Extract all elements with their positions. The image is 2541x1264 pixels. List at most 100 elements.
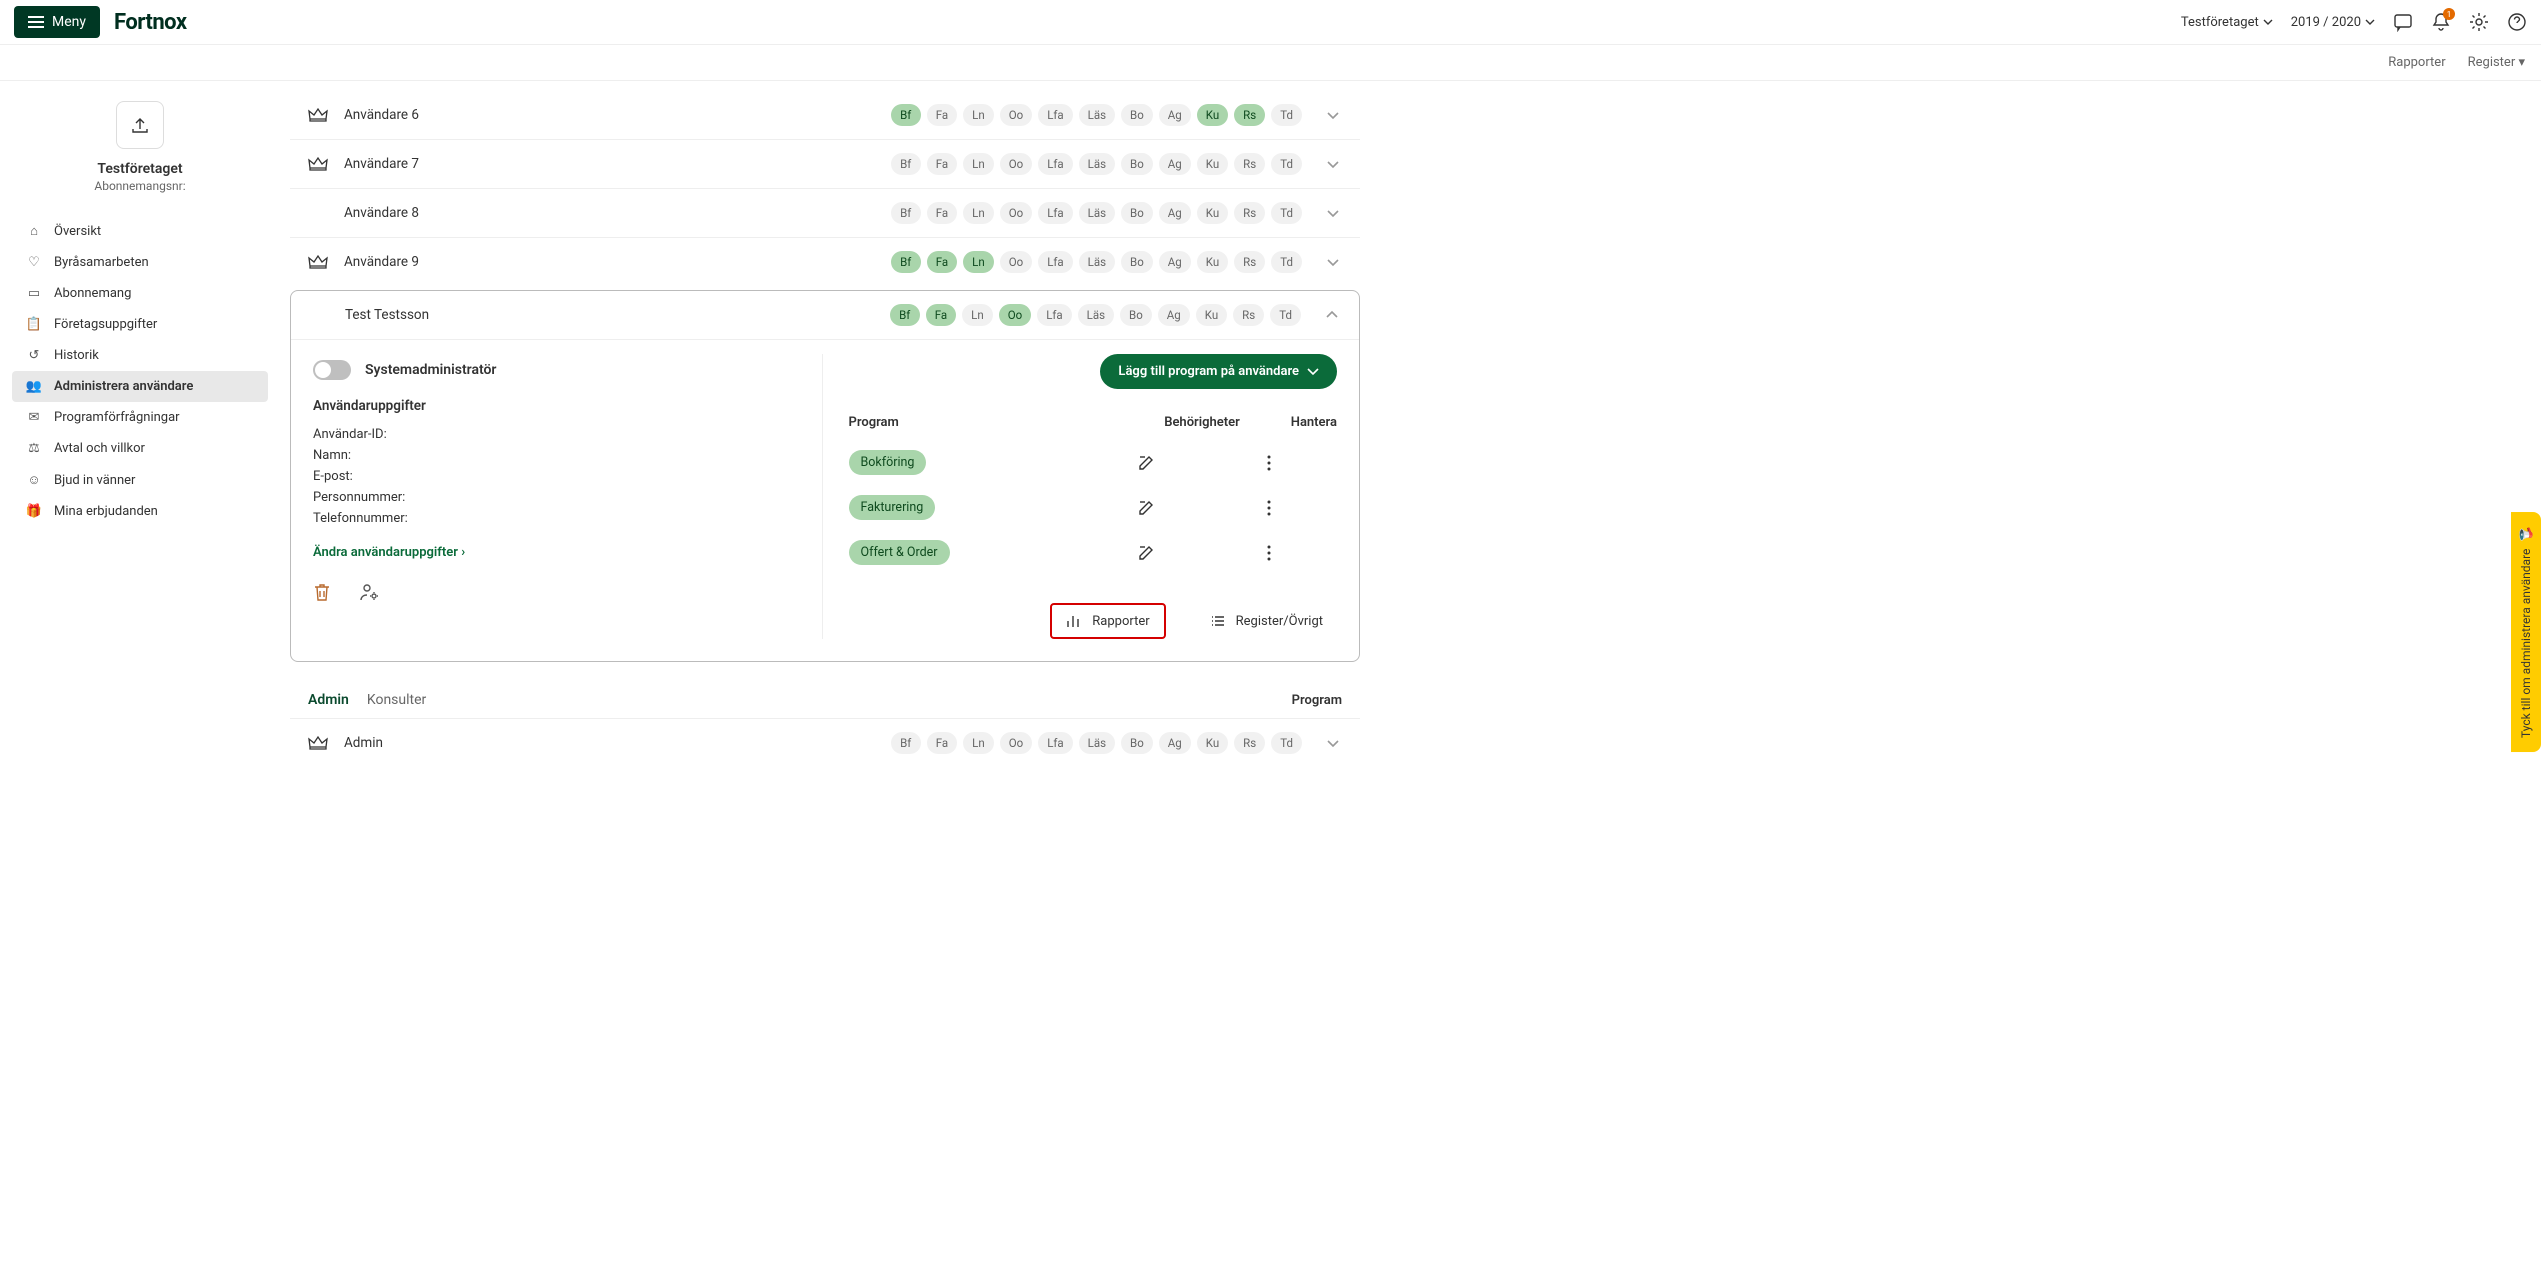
tab-consultants[interactable]: Konsulter: [367, 692, 426, 708]
badge-oo[interactable]: Oo: [1000, 732, 1032, 754]
subheader-reports-link[interactable]: Rapporter: [2388, 55, 2445, 70]
badge-fa[interactable]: Fa: [927, 202, 957, 224]
sidebar-item-terms[interactable]: ⚖Avtal och villkor: [0, 433, 280, 464]
expand-icon[interactable]: [1326, 738, 1342, 748]
sidebar-item-subscription[interactable]: ▭Abonnemang: [0, 278, 280, 309]
badge-bo[interactable]: Bo: [1120, 304, 1152, 326]
badge-bo[interactable]: Bo: [1121, 732, 1153, 754]
badge-td[interactable]: Td: [1270, 304, 1301, 326]
badge-ku[interactable]: Ku: [1197, 153, 1228, 175]
badge-oo[interactable]: Oo: [1000, 251, 1032, 273]
badge-ku[interactable]: Ku: [1196, 304, 1227, 326]
expanded-user-header[interactable]: Test Testsson BfFaLnOoLfaLäsBoAgKuRsTd: [291, 291, 1359, 339]
company-selector[interactable]: Testföretaget: [2181, 15, 2273, 30]
badge-ku[interactable]: Ku: [1197, 251, 1228, 273]
badge-lfa[interactable]: Lfa: [1038, 104, 1072, 126]
badge-ln[interactable]: Ln: [963, 251, 994, 273]
expand-icon[interactable]: [1326, 159, 1342, 169]
menu-button[interactable]: Meny: [14, 6, 100, 38]
edit-user-link[interactable]: Ändra användaruppgifter ›: [313, 545, 465, 560]
sidebar-item-overview[interactable]: ⌂Översikt: [0, 215, 280, 247]
fiscal-year-selector[interactable]: 2019 / 2020: [2291, 15, 2375, 30]
badge-läs[interactable]: Läs: [1078, 304, 1114, 326]
badge-bo[interactable]: Bo: [1121, 202, 1153, 224]
edit-permissions-icon[interactable]: [1137, 454, 1267, 472]
badge-ag[interactable]: Ag: [1159, 251, 1191, 273]
badge-bf[interactable]: Bf: [891, 732, 921, 754]
badge-lfa[interactable]: Lfa: [1038, 251, 1072, 273]
badge-lfa[interactable]: Lfa: [1038, 732, 1072, 754]
badge-td[interactable]: Td: [1271, 251, 1302, 273]
reports-button[interactable]: Rapporter: [1050, 603, 1165, 639]
badge-bf[interactable]: Bf: [890, 304, 920, 326]
edit-permissions-icon[interactable]: [1137, 499, 1267, 517]
subheader-register-link[interactable]: Register ▾: [2468, 55, 2525, 70]
user-row[interactable]: Användare 8 BfFaLnOoLfaLäsBoAgKuRsTd: [290, 188, 1360, 237]
user-row[interactable]: Användare 7 BfFaLnOoLfaLäsBoAgKuRsTd: [290, 139, 1360, 188]
badge-rs[interactable]: Rs: [1234, 732, 1265, 754]
badge-rs[interactable]: Rs: [1234, 153, 1265, 175]
register-other-button[interactable]: Register/Övrigt: [1196, 605, 1337, 637]
more-options-icon[interactable]: [1267, 545, 1337, 561]
badge-bf[interactable]: Bf: [891, 104, 921, 126]
badge-lfa[interactable]: Lfa: [1038, 202, 1072, 224]
badge-fa[interactable]: Fa: [926, 304, 956, 326]
badge-fa[interactable]: Fa: [927, 153, 957, 175]
badge-oo[interactable]: Oo: [1000, 153, 1032, 175]
badge-oo[interactable]: Oo: [1000, 104, 1032, 126]
badge-läs[interactable]: Läs: [1079, 202, 1115, 224]
more-options-icon[interactable]: [1267, 500, 1337, 516]
user-settings-icon[interactable]: [359, 582, 379, 602]
badge-ku[interactable]: Ku: [1197, 104, 1228, 126]
badge-ag[interactable]: Ag: [1158, 304, 1190, 326]
sidebar-item-invite[interactable]: ☺Bjud in vänner: [0, 464, 280, 496]
badge-bo[interactable]: Bo: [1121, 104, 1153, 126]
badge-fa[interactable]: Fa: [927, 251, 957, 273]
tab-admin[interactable]: Admin: [308, 692, 349, 708]
badge-rs[interactable]: Rs: [1234, 251, 1265, 273]
sidebar-item-bureau[interactable]: ♡Byråsamarbeten: [0, 247, 280, 278]
badge-bo[interactable]: Bo: [1121, 153, 1153, 175]
badge-ln[interactable]: Ln: [962, 304, 993, 326]
sidebar-item-offers[interactable]: 🎁Mina erbjudanden: [0, 496, 280, 527]
notifications-icon[interactable]: 1: [2431, 12, 2451, 32]
sidebar-item-program-requests[interactable]: ✉Programförfrågningar: [0, 402, 280, 433]
badge-ln[interactable]: Ln: [963, 202, 994, 224]
badge-oo[interactable]: Oo: [1000, 202, 1032, 224]
add-program-button[interactable]: Lägg till program på användare: [1100, 354, 1337, 389]
badge-td[interactable]: Td: [1271, 732, 1302, 754]
edit-permissions-icon[interactable]: [1137, 544, 1267, 562]
badge-bf[interactable]: Bf: [891, 251, 921, 273]
badge-ln[interactable]: Ln: [963, 153, 994, 175]
badge-ag[interactable]: Ag: [1159, 153, 1191, 175]
badge-fa[interactable]: Fa: [927, 104, 957, 126]
help-icon[interactable]: [2507, 12, 2527, 32]
collapse-icon[interactable]: [1325, 310, 1341, 320]
sidebar-item-manage-users[interactable]: 👥Administrera användare: [12, 371, 268, 402]
badge-td[interactable]: Td: [1271, 202, 1302, 224]
badge-ag[interactable]: Ag: [1159, 202, 1191, 224]
badge-lfa[interactable]: Lfa: [1037, 304, 1071, 326]
user-row[interactable]: Användare 6 BfFaLnOoLfaLäsBoAgKuRsTd: [290, 91, 1360, 139]
sysadmin-toggle[interactable]: [313, 360, 351, 380]
expand-icon[interactable]: [1326, 208, 1342, 218]
badge-ku[interactable]: Ku: [1197, 202, 1228, 224]
settings-icon[interactable]: [2469, 12, 2489, 32]
badge-läs[interactable]: Läs: [1079, 104, 1115, 126]
sidebar-item-company-info[interactable]: 📋Företagsuppgifter: [0, 309, 280, 340]
badge-fa[interactable]: Fa: [927, 732, 957, 754]
badge-läs[interactable]: Läs: [1079, 732, 1115, 754]
badge-bf[interactable]: Bf: [891, 202, 921, 224]
feedback-tab[interactable]: Tyck till om administrera användare 📢: [2511, 512, 2541, 752]
badge-oo[interactable]: Oo: [999, 304, 1031, 326]
badge-ku[interactable]: Ku: [1197, 732, 1228, 754]
expand-icon[interactable]: [1326, 257, 1342, 267]
badge-läs[interactable]: Läs: [1079, 251, 1115, 273]
sidebar-item-history[interactable]: ↺Historik: [0, 340, 280, 371]
more-options-icon[interactable]: [1267, 455, 1337, 471]
badge-läs[interactable]: Läs: [1079, 153, 1115, 175]
badge-ag[interactable]: Ag: [1159, 104, 1191, 126]
badge-ag[interactable]: Ag: [1159, 732, 1191, 754]
badge-ln[interactable]: Ln: [963, 104, 994, 126]
badge-lfa[interactable]: Lfa: [1038, 153, 1072, 175]
